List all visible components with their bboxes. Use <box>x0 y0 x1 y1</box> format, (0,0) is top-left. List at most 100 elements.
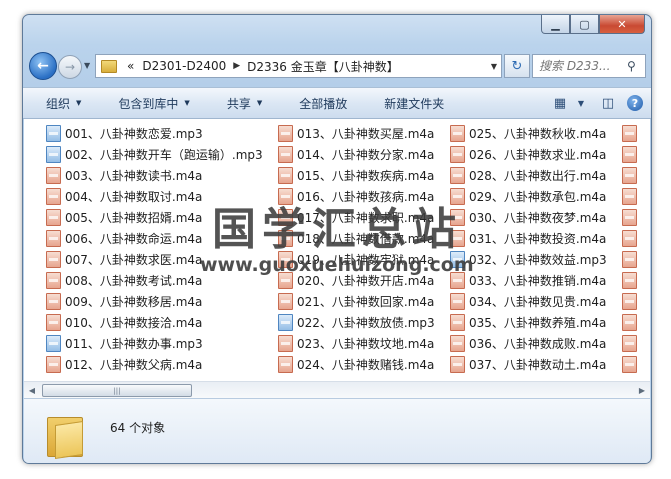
search-icon[interactable]: ⚲ <box>627 59 636 73</box>
m4a-file-icon <box>622 209 637 226</box>
address-dropdown-icon[interactable]: ▼ <box>491 62 497 71</box>
file-item[interactable]: 029、八卦神数承包.m4a <box>450 186 607 207</box>
file-item[interactable]: 008、八卦神数考试.m4a <box>46 270 263 291</box>
search-box[interactable]: ⚲ <box>532 54 646 78</box>
file-item[interactable] <box>622 144 641 165</box>
file-item[interactable]: 021、八卦神数回家.m4a <box>278 291 435 312</box>
back-button[interactable]: ← <box>29 52 57 80</box>
recent-pages-dropdown[interactable]: ▼ <box>84 61 90 70</box>
file-name: 007、八卦神数求医.m4a <box>65 253 203 267</box>
file-item[interactable]: 004、八卦神数取讨.m4a <box>46 186 263 207</box>
file-item[interactable]: 002、八卦神数开车（跑运输）.mp3 <box>46 144 263 165</box>
chevron-down-icon: ▼ <box>184 99 190 107</box>
m4a-file-icon <box>46 209 61 226</box>
scroll-right-icon[interactable]: ▶ <box>634 382 650 398</box>
file-item[interactable]: 023、八卦神数坟地.m4a <box>278 333 435 354</box>
file-name: 005、八卦神数招婿.m4a <box>65 211 203 225</box>
file-name: 031、八卦神数投资.m4a <box>469 232 607 246</box>
share-button[interactable]: 共享 ▼ <box>204 95 276 112</box>
file-item[interactable]: 009、八卦神数移居.m4a <box>46 291 263 312</box>
file-item[interactable]: 003、八卦神数读书.m4a <box>46 165 263 186</box>
file-name: 037、八卦神数动土.m4a <box>469 358 607 372</box>
file-item[interactable]: 016、八卦神数孩病.m4a <box>278 186 435 207</box>
file-item[interactable] <box>622 207 641 228</box>
m4a-file-icon <box>278 335 293 352</box>
file-item[interactable]: 034、八卦神数见贵.m4a <box>450 291 607 312</box>
m4a-file-icon <box>622 230 637 247</box>
breadcrumb-overflow[interactable]: « <box>127 59 134 73</box>
scroll-left-icon[interactable]: ◀ <box>24 382 40 398</box>
file-name: 019、八卦神数牢狱.m4a <box>297 253 435 267</box>
file-item[interactable]: 005、八卦神数招婿.m4a <box>46 207 263 228</box>
file-name: 004、八卦神数取讨.m4a <box>65 190 203 204</box>
refresh-button[interactable]: ↻ <box>504 54 530 78</box>
breadcrumb-segment[interactable]: D2336 金玉章【八卦神数】 <box>247 58 399 75</box>
file-item[interactable]: 033、八卦神数推销.m4a <box>450 270 607 291</box>
file-item[interactable]: 007、八卦神数求医.m4a <box>46 249 263 270</box>
close-button[interactable]: ✕ <box>599 15 645 34</box>
m4a-file-icon <box>46 272 61 289</box>
file-item[interactable]: 001、八卦神数恋爱.mp3 <box>46 123 263 144</box>
change-view-icon[interactable]: ▦ <box>547 92 573 114</box>
horizontal-scrollbar[interactable]: ◀ ||| ▶ <box>24 381 650 398</box>
file-item[interactable] <box>622 354 641 375</box>
file-name: 008、八卦神数考试.m4a <box>65 274 203 288</box>
m4a-file-icon <box>450 167 465 184</box>
file-item[interactable]: 010、八卦神数接洽.m4a <box>46 312 263 333</box>
file-item[interactable] <box>622 333 641 354</box>
file-name: 035、八卦神数养殖.m4a <box>469 316 607 330</box>
search-input[interactable] <box>539 59 625 73</box>
file-item[interactable]: 032、八卦神数效益.mp3 <box>450 249 607 270</box>
file-item[interactable]: 031、八卦神数投资.m4a <box>450 228 607 249</box>
file-item[interactable]: 018、八卦神数借款.m4a <box>278 228 435 249</box>
file-item[interactable] <box>622 291 641 312</box>
file-item[interactable]: 011、八卦神数办事.mp3 <box>46 333 263 354</box>
file-item[interactable] <box>622 165 641 186</box>
file-item[interactable]: 019、八卦神数牢狱.m4a <box>278 249 435 270</box>
file-item[interactable] <box>622 312 641 333</box>
m4a-file-icon <box>46 188 61 205</box>
organize-button[interactable]: 组织 ▼ <box>23 95 95 112</box>
view-controls: ▦ ▼ ◫ ? <box>547 88 651 118</box>
minimize-button[interactable]: ▁ <box>541 15 570 34</box>
file-item[interactable]: 036、八卦神数成败.m4a <box>450 333 607 354</box>
file-item[interactable]: 013、八卦神数买屋.m4a <box>278 123 435 144</box>
new-folder-button[interactable]: 新建文件夹 <box>361 95 458 112</box>
help-icon[interactable]: ? <box>627 95 643 111</box>
file-item[interactable]: 037、八卦神数动土.m4a <box>450 354 607 375</box>
file-item[interactable]: 024、八卦神数赌钱.m4a <box>278 354 435 375</box>
file-item[interactable]: 015、八卦神数疾病.m4a <box>278 165 435 186</box>
include-in-library-label: 包含到库中 <box>118 96 179 111</box>
address-bar[interactable]: « D2301-D2400 ▶ D2336 金玉章【八卦神数】 ▼ <box>95 54 502 78</box>
caption-buttons: ▁ ▢ ✕ <box>541 15 645 34</box>
file-item[interactable]: 022、八卦神数放债.mp3 <box>278 312 435 333</box>
file-item[interactable]: 028、八卦神数出行.m4a <box>450 165 607 186</box>
m4a-file-icon <box>278 230 293 247</box>
file-item[interactable]: 006、八卦神数命运.m4a <box>46 228 263 249</box>
mp3-file-icon <box>46 335 61 352</box>
include-in-library-button[interactable]: 包含到库中 ▼ <box>95 95 203 112</box>
breadcrumb-segment[interactable]: D2301-D2400 <box>142 59 226 73</box>
file-item[interactable] <box>622 270 641 291</box>
file-item[interactable] <box>622 228 641 249</box>
view-dropdown-icon[interactable]: ▼ <box>573 92 589 114</box>
preview-pane-icon[interactable]: ◫ <box>595 92 621 114</box>
file-item[interactable]: 030、八卦神数夜梦.m4a <box>450 207 607 228</box>
file-item[interactable]: 014、八卦神数分家.m4a <box>278 144 435 165</box>
file-name: 034、八卦神数见贵.m4a <box>469 295 607 309</box>
forward-button[interactable]: → <box>58 55 82 79</box>
file-item[interactable] <box>622 186 641 207</box>
file-name: 030、八卦神数夜梦.m4a <box>469 211 607 225</box>
play-all-button[interactable]: 全部播放 <box>276 95 361 112</box>
file-item[interactable] <box>622 123 641 144</box>
file-item[interactable]: 035、八卦神数养殖.m4a <box>450 312 607 333</box>
file-item[interactable]: 025、八卦神数秋收.m4a <box>450 123 607 144</box>
scrollbar-thumb[interactable]: ||| <box>42 384 192 397</box>
file-item[interactable]: 020、八卦神数开店.m4a <box>278 270 435 291</box>
file-item[interactable]: 012、八卦神数父病.m4a <box>46 354 263 375</box>
file-item[interactable]: 026、八卦神数求业.m4a <box>450 144 607 165</box>
maximize-button[interactable]: ▢ <box>570 15 599 34</box>
file-item[interactable] <box>622 249 641 270</box>
breadcrumb-arrow-icon[interactable]: ▶ <box>233 61 240 71</box>
file-item[interactable]: 017、八卦神数求职.m4a <box>278 207 435 228</box>
